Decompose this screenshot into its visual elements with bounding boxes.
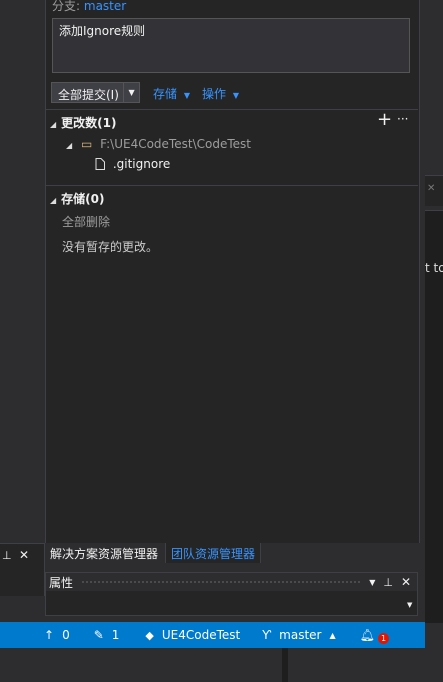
- branch-label: 分支:: [52, 0, 81, 13]
- edit-count: 1: [111, 628, 120, 642]
- chevron-down-icon: ▼: [183, 91, 190, 100]
- drag-grip[interactable]: [81, 579, 362, 585]
- collapse-triangle-icon[interactable]: ◢: [66, 141, 72, 150]
- changes-status[interactable]: ✎ 1: [94, 628, 120, 642]
- repo-name: UE4CodeTest: [161, 628, 241, 642]
- folder-path: F:\UE4CodeTest\CodeTest: [100, 137, 251, 151]
- branch-link[interactable]: master: [84, 0, 126, 13]
- close-icon[interactable]: ✕: [401, 575, 411, 589]
- file-icon: [95, 158, 105, 170]
- branch-line: 分支: master: [52, 0, 126, 14]
- bottom-area: [0, 648, 443, 682]
- commit-all-button[interactable]: 全部提交(I) ▼: [51, 82, 140, 103]
- folder-row[interactable]: ◢ ▭ F:\UE4CodeTest\CodeTest: [66, 137, 251, 151]
- properties-header: 属性 ▼ ⊥ ✕: [46, 573, 417, 591]
- repo-status[interactable]: ◆ UE4CodeTest: [145, 628, 240, 642]
- right-clipped-text: t to: [425, 261, 443, 275]
- chevron-down-icon[interactable]: ▼: [369, 578, 375, 587]
- file-name: .gitignore: [112, 157, 171, 171]
- commit-message-input[interactable]: 添加Ignore规则: [52, 18, 410, 73]
- close-icon[interactable]: ✕: [19, 548, 29, 562]
- splitter[interactable]: [282, 648, 288, 682]
- arrow-up-icon: ↑: [44, 628, 55, 642]
- chevron-down-icon: ▼: [232, 91, 239, 100]
- file-row[interactable]: .gitignore: [95, 157, 170, 171]
- branch-icon: Ƴ: [262, 628, 272, 642]
- delete-all-link[interactable]: 全部删除: [62, 213, 110, 230]
- stash-menu[interactable]: 存储 ▼: [153, 85, 190, 102]
- left-bottom-pane: ⊥ ✕: [0, 543, 45, 596]
- push-status[interactable]: ↑ 0: [44, 628, 70, 642]
- chevron-down-icon[interactable]: ▼: [407, 601, 412, 609]
- stashes-header[interactable]: ◢ 存储(0): [50, 190, 104, 207]
- divider: [46, 185, 418, 186]
- pin-icon[interactable]: ⊥: [2, 549, 12, 562]
- right-pane-header: ✕: [425, 175, 443, 206]
- divider: [46, 109, 418, 110]
- collapse-triangle-icon[interactable]: ◢: [50, 120, 56, 129]
- commit-all-label: 全部提交(I): [58, 88, 119, 102]
- pencil-icon: ✎: [93, 628, 104, 642]
- ellipsis-icon[interactable]: ···: [397, 112, 408, 126]
- chevron-up-icon: ▲: [329, 630, 336, 640]
- changes-header[interactable]: ◢ 更改数(1): [50, 114, 116, 131]
- left-pane: [0, 0, 44, 543]
- stash-label: 存储: [153, 87, 178, 101]
- plus-icon[interactable]: +: [377, 111, 392, 129]
- notification-badge: 1: [378, 633, 389, 644]
- empty-stash-text: 没有暂存的更改。: [62, 240, 159, 254]
- right-pane-top: [419, 0, 443, 175]
- tab-solution-explorer[interactable]: 解决方案资源管理器: [45, 543, 164, 563]
- branch-name: master: [279, 628, 322, 642]
- actions-label: 操作: [202, 87, 227, 101]
- close-icon[interactable]: ✕: [427, 183, 435, 194]
- push-count: 0: [62, 628, 70, 642]
- git-repo-icon: ◆: [145, 628, 154, 642]
- stashes-title: 存储(0): [61, 192, 105, 206]
- tab-team-explorer[interactable]: 团队资源管理器: [165, 543, 262, 563]
- folder-icon: ▭: [80, 137, 93, 151]
- notifications[interactable]: 🔔︎: [360, 628, 375, 642]
- actions-menu[interactable]: 操作 ▼: [202, 85, 239, 102]
- right-editor-area: t to: [425, 210, 443, 623]
- bell-icon: 🔔︎: [359, 628, 375, 642]
- collapse-triangle-icon[interactable]: ◢: [50, 196, 56, 205]
- properties-title: 属性: [49, 575, 74, 590]
- chevron-down-icon[interactable]: ▼: [123, 83, 139, 102]
- changes-title: 更改数(1): [61, 116, 117, 130]
- status-bar: ↑ 0 ✎ 1 ◆ UE4CodeTest Ƴ master ▲ 🔔︎: [0, 622, 425, 648]
- branch-status[interactable]: Ƴ master ▲: [262, 628, 335, 642]
- pin-icon[interactable]: ⊥: [383, 576, 393, 589]
